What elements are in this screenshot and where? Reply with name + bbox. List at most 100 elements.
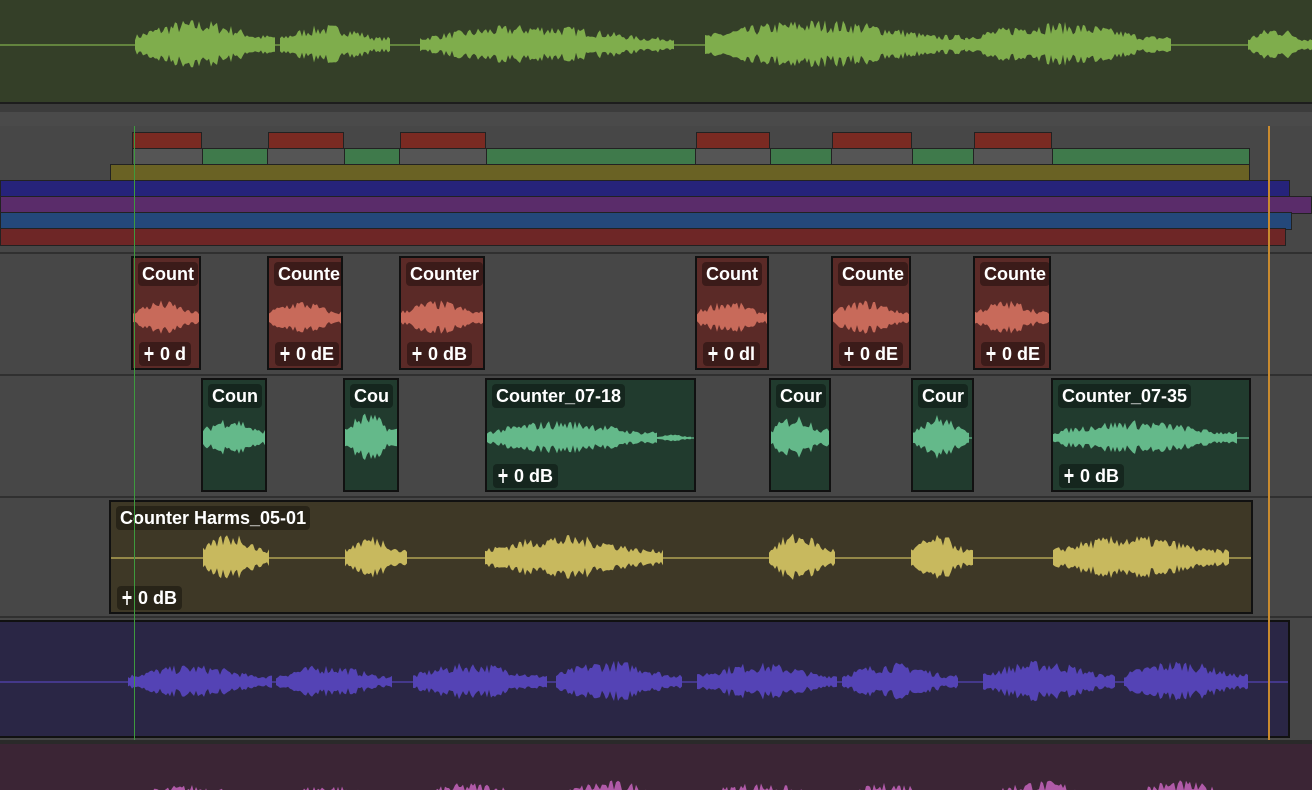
clip-gain-value: 0 dB: [428, 344, 468, 364]
green-lane-clip[interactable]: Cour: [769, 378, 831, 492]
clip-gain-label[interactable]: 0 dl: [703, 342, 761, 366]
magenta-track[interactable]: [0, 744, 1312, 790]
clip-name: Coun: [208, 384, 262, 408]
waveform-segment: [1124, 661, 1248, 701]
track-divider: [0, 104, 1312, 112]
waveform-segment: [135, 20, 275, 68]
edit-cursor-line[interactable]: [1268, 126, 1270, 740]
clip-name: Counte: [980, 262, 1049, 286]
clip-name: Count: [702, 262, 762, 286]
ruler-strip: [0, 112, 1312, 127]
waveform-segment: [1001, 780, 1076, 790]
magenta-track-waveform: [153, 780, 1214, 790]
yellow-clips-lane[interactable]: Counter Harms_05-01 0 dB: [0, 498, 1312, 618]
clip-name: Cou: [350, 384, 393, 408]
waveform-segment: [269, 302, 341, 333]
red-lane-clip[interactable]: Counter 0 dB: [399, 256, 485, 370]
clip-gain-label[interactable]: 0 dB: [117, 586, 183, 610]
waveform-segment: [401, 300, 483, 334]
green-clips-lane[interactable]: Coun Cou Counter_07-18 0 dB Cour Cour Counter_…: [0, 376, 1312, 498]
clip-gain-label[interactable]: 0 d: [139, 342, 192, 366]
waveform-segment: [769, 533, 835, 580]
waveform-segment: [487, 420, 657, 454]
red-lane-clip[interactable]: Counte 0 dE: [973, 256, 1051, 370]
playhead-line[interactable]: [134, 126, 135, 740]
red-lane-clip[interactable]: Count 0 d: [131, 256, 201, 370]
clip-gain-value: 0 d: [160, 344, 187, 364]
waveform-segment: [657, 434, 691, 442]
waveform-segment: [697, 302, 767, 332]
clip-gain-label[interactable]: 0 dE: [839, 342, 904, 366]
waveform-segment: [1248, 29, 1312, 59]
clip-name: Counter Harms_05-01: [116, 506, 311, 530]
green-lane-clip[interactable]: Coun: [201, 378, 267, 492]
waveform-segment: [280, 25, 390, 63]
clip-name: Counter_07-35: [1058, 384, 1192, 408]
clip-name: Counte: [838, 262, 908, 286]
clip-name: Cour: [918, 384, 968, 408]
clip-gain-fader-icon: [144, 347, 154, 361]
clip-gain-fader-icon: [412, 347, 422, 361]
purple-track-clip[interactable]: [0, 620, 1290, 738]
waveform-segment: [569, 780, 647, 790]
clip-name: Count: [138, 262, 198, 286]
clip-gain-fader-icon: [986, 347, 996, 361]
clip-gain-fader-icon: [280, 347, 290, 361]
red-lane-clip[interactable]: Count 0 dl: [695, 256, 769, 370]
waveform-segment: [436, 783, 505, 790]
waveform-segment: [420, 25, 674, 63]
clip-gain-fader-icon: [1064, 469, 1074, 483]
waveform-segment: [859, 782, 913, 790]
arrange-view[interactable]: Count 0 d Counte 0 dE Counter 0 dB Count 0 dl Co…: [0, 0, 1312, 790]
clip-gain-label[interactable]: 0 dE: [981, 342, 1046, 366]
waveform-segment: [413, 662, 547, 700]
waveform-segment: [276, 665, 392, 697]
waveform-segment: [842, 662, 958, 700]
waveform-segment: [965, 21, 1171, 66]
clip-overview-lane[interactable]: [0, 126, 1312, 254]
clip-gain-label[interactable]: 0 dB: [1059, 464, 1125, 488]
clip-name: Counter_07-18: [492, 384, 626, 408]
clip-gain-value: 0 dB: [138, 588, 178, 608]
waveform-segment: [771, 416, 829, 458]
green-lane-clip[interactable]: Cou: [343, 378, 399, 492]
clip-gain-label[interactable]: 0 dE: [275, 342, 340, 366]
waveform-segment: [556, 660, 682, 701]
clip-gain-value: 0 dB: [514, 466, 554, 486]
red-lane-clip[interactable]: Counte 0 dE: [831, 256, 911, 370]
red-lane-clip[interactable]: Counte 0 dE: [267, 256, 343, 370]
clip-gain-fader-icon: [498, 469, 508, 483]
waveform-segment: [485, 535, 663, 579]
clip-gain-value: 0 dE: [1002, 344, 1041, 364]
purple-track[interactable]: [0, 618, 1312, 740]
waveform-segment: [913, 415, 969, 459]
waveform-segment: [345, 413, 397, 460]
clip-gain-value: 0 dB: [1080, 466, 1120, 486]
green-lane-clip[interactable]: Counter_07-35 0 dB: [1051, 378, 1251, 492]
clip-gain-value: 0 dE: [860, 344, 899, 364]
clip-name: Cour: [776, 384, 826, 408]
waveform-segment: [1137, 780, 1214, 790]
waveform-segment: [975, 300, 1049, 334]
waveform-segment: [833, 300, 909, 334]
clip-gain-value: 0 dE: [296, 344, 335, 364]
waveform-segment: [1053, 535, 1229, 578]
clip-gain-value: 0 dl: [724, 344, 756, 364]
waveform-segment: [203, 535, 269, 579]
overview-bar-maroon[interactable]: [0, 228, 1286, 246]
waveform-segment: [153, 785, 223, 790]
waveform-segment: [705, 20, 965, 68]
clip-gain-fader-icon: [122, 591, 132, 605]
waveform-segment: [697, 662, 837, 700]
clip-name: Counter: [406, 262, 483, 286]
red-clips-lane[interactable]: Count 0 d Counte 0 dE Counter 0 dB Count 0 dl Co…: [0, 254, 1312, 376]
waveform-segment: [203, 419, 265, 455]
clip-gain-label[interactable]: 0 dB: [407, 342, 473, 366]
yellow-lane-clip[interactable]: Counter Harms_05-01 0 dB: [109, 500, 1253, 614]
waveform-segment: [911, 534, 973, 579]
waveform-segment: [1053, 420, 1237, 454]
clip-gain-label[interactable]: 0 dB: [493, 464, 559, 488]
green-lane-clip[interactable]: Counter_07-18 0 dB: [485, 378, 696, 492]
top-overview-track[interactable]: [0, 0, 1312, 104]
green-lane-clip[interactable]: Cour: [911, 378, 974, 492]
